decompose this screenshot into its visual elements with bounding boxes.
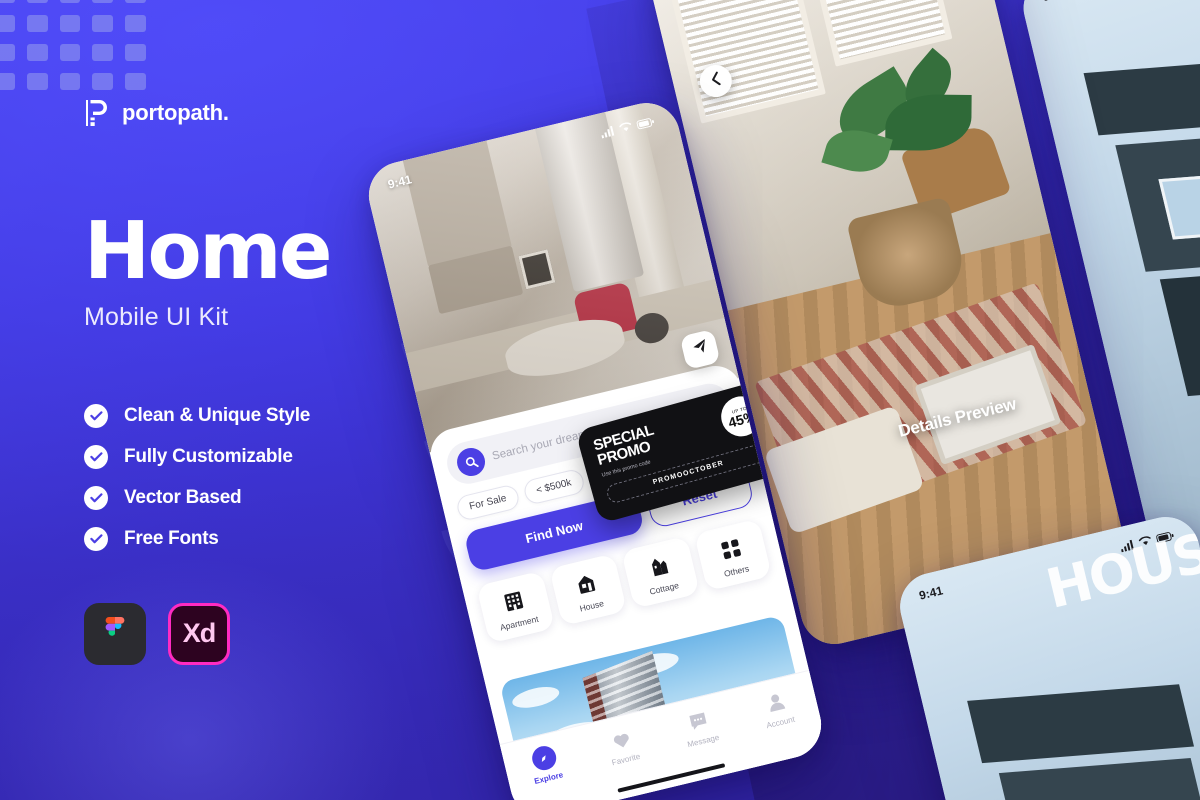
feature-list: Clean & Unique Style Fully Customizable … xyxy=(84,403,464,551)
wifi-icon xyxy=(619,122,632,132)
list-item: Clean & Unique Style xyxy=(84,403,464,428)
feature-label: Vector Based xyxy=(124,486,242,508)
tab-favorite[interactable]: Favorite xyxy=(590,720,655,770)
list-item: Free Fonts xyxy=(84,526,464,551)
promo-canvas: portopath. Home Mobile UI Kit Clean & Un… xyxy=(0,0,1200,800)
category-others[interactable]: Others xyxy=(693,518,772,592)
adobe-xd-label: Xd xyxy=(182,618,217,649)
status-icons xyxy=(600,116,656,139)
tab-account[interactable]: Account xyxy=(745,683,810,733)
adobe-xd-icon: Xd xyxy=(168,602,230,665)
hero-title-block: Home Mobile UI Kit xyxy=(84,205,464,332)
filter-chip[interactable]: < $500k xyxy=(521,467,586,506)
battery-icon xyxy=(636,117,654,129)
left-content-column: portopath. Home Mobile UI Kit Clean & Un… xyxy=(84,98,464,665)
portopath-p-mark-icon xyxy=(84,98,111,128)
list-item: Fully Customizable xyxy=(84,444,464,469)
category-cottage[interactable]: Cottage xyxy=(621,535,700,609)
send-paper-plane-icon xyxy=(690,338,709,361)
feature-label: Clean & Unique Style xyxy=(124,404,311,426)
category-house[interactable]: House xyxy=(548,553,628,627)
tool-badge-row: Xd xyxy=(84,602,464,665)
tab-message[interactable]: Message xyxy=(667,702,732,752)
status-time: 9:41 xyxy=(917,583,945,603)
check-circle-icon xyxy=(84,485,108,510)
cellular-signal-icon xyxy=(601,125,615,139)
check-circle-icon xyxy=(84,403,108,428)
figma-icon xyxy=(84,602,146,665)
check-circle-icon xyxy=(84,444,108,469)
brand-name: portopath. xyxy=(122,100,229,125)
page-subtitle: Mobile UI Kit xyxy=(84,302,229,331)
feature-label: Fully Customizable xyxy=(124,445,293,467)
status-time: 9:41 xyxy=(1041,0,1068,4)
check-circle-icon xyxy=(84,526,108,551)
feature-label: Free Fonts xyxy=(124,527,219,549)
filter-chip[interactable]: For Sale xyxy=(454,483,521,523)
tab-explore[interactable]: Explore xyxy=(513,739,578,789)
chevron-left-icon xyxy=(709,71,722,92)
category-apartment[interactable]: Apartment xyxy=(476,570,555,644)
page-title: Home xyxy=(84,205,332,297)
brand-lockup: portopath. xyxy=(84,98,464,128)
home-indicator xyxy=(617,763,726,793)
decorative-square-grid xyxy=(0,0,146,90)
list-item: Vector Based xyxy=(84,485,464,510)
